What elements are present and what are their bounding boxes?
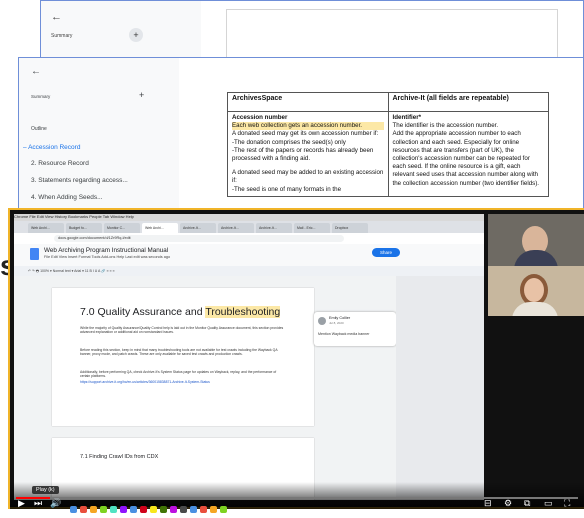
mac-dock bbox=[70, 500, 470, 513]
docs-toolbar[interactable]: ↶ ↷ 🖶 100% ▾ Normal text ▾ Arial ▾ 11 B … bbox=[14, 266, 484, 276]
table-header-archivesspace: ArchivesSpace bbox=[227, 92, 389, 112]
browser-tab-active[interactable]: Web Archi... bbox=[142, 223, 178, 233]
cell-title: Identifier* bbox=[392, 114, 422, 121]
add-summary-button[interactable]: + bbox=[139, 90, 144, 100]
doc-page: 7.0 Quality Assurance and Troubleshootin… bbox=[52, 288, 314, 426]
heading-highlight: Troubleshooting bbox=[205, 306, 281, 318]
outline-item-adding-seeds[interactable]: 4. When Adding Seeds... bbox=[31, 194, 103, 201]
settings-gear-icon[interactable]: ⚙ bbox=[504, 498, 512, 509]
archives-doc-window: ← Summary + Outline – Accession Record 2… bbox=[18, 57, 584, 217]
dock-icon[interactable] bbox=[140, 506, 147, 513]
cell-line: -The donation comprises the seed(s) only bbox=[232, 138, 346, 146]
video-player[interactable]: Chrome File Edit View History Bookmarks … bbox=[8, 208, 584, 513]
dock-icon[interactable] bbox=[150, 506, 157, 513]
outline-item-statements[interactable]: 3. Statements regarding access... bbox=[31, 177, 128, 184]
docs-header: Web Archiving Program Instructional Manu… bbox=[14, 244, 484, 266]
dock-icon[interactable] bbox=[130, 506, 137, 513]
browser-tab-bar: Web Archi... Budget fo... Monitor C... W… bbox=[14, 221, 484, 233]
dock-icon[interactable] bbox=[200, 506, 207, 513]
docs-logo-icon bbox=[30, 248, 39, 260]
dock-icon[interactable] bbox=[220, 506, 227, 513]
add-summary-button[interactable]: + bbox=[129, 28, 143, 42]
browser-tab[interactable]: Mail - Eric... bbox=[294, 223, 330, 233]
participant-video bbox=[488, 214, 584, 266]
comparison-table: ArchivesSpace Archive-It (all fields are… bbox=[227, 92, 549, 197]
cell-line: Add the appropriate accession number to … bbox=[392, 130, 540, 187]
cell-line: A donated seed may get its own accession… bbox=[232, 130, 379, 138]
paragraph: Additionally, before performing QA, chec… bbox=[80, 370, 277, 379]
miniplayer-icon[interactable]: ⧉ bbox=[524, 498, 530, 509]
play-icon[interactable]: ▶ bbox=[18, 498, 25, 509]
dock-icon[interactable] bbox=[180, 506, 187, 513]
background-doc-window: ← Summary + bbox=[40, 0, 584, 60]
comment-author: Emily Collier bbox=[329, 316, 351, 320]
section-heading: 7.1 Finding Crawl IDs from CDX bbox=[80, 454, 159, 460]
browser-tab[interactable]: Budget fo... bbox=[66, 223, 102, 233]
back-arrow-icon[interactable]: ← bbox=[51, 11, 62, 23]
status-page-link[interactable]: https://support.archive-it.org/hc/en-us/… bbox=[80, 380, 285, 384]
participant-body bbox=[514, 250, 558, 266]
dock-icon[interactable] bbox=[120, 506, 127, 513]
theater-mode-icon[interactable]: ▭ bbox=[544, 498, 553, 509]
doc-outline-panel: ← Summary + bbox=[41, 1, 201, 59]
browser-tab[interactable]: Archive-It... bbox=[218, 223, 254, 233]
dock-icon[interactable] bbox=[170, 506, 177, 513]
progress-bar[interactable] bbox=[16, 497, 578, 499]
outline-item-label: Accession Record bbox=[28, 144, 81, 151]
participant-video bbox=[488, 266, 584, 316]
cell-title: Accession number bbox=[232, 114, 288, 121]
volume-icon[interactable]: 🔊 bbox=[50, 498, 61, 509]
shared-screen: Chrome File Edit View History Bookmarks … bbox=[14, 214, 484, 500]
doc-outline-panel: ← Summary + Outline – Accession Record 2… bbox=[19, 58, 179, 216]
paragraph: While the majority of Quality Assurance/… bbox=[80, 326, 284, 335]
dock-icon[interactable] bbox=[190, 506, 197, 513]
share-button[interactable]: Share bbox=[372, 248, 400, 257]
mac-menu-bar: Chrome File Edit View History Bookmarks … bbox=[14, 214, 484, 221]
fullscreen-icon[interactable]: ⛶ bbox=[564, 498, 570, 509]
dock-icon[interactable] bbox=[110, 506, 117, 513]
participant-body bbox=[512, 302, 558, 316]
cell-line: Each web collection gets an accession nu… bbox=[232, 122, 384, 131]
table-cell-archivesspace: Accession number Each web collection get… bbox=[227, 111, 389, 197]
play-tooltip: Play (k) bbox=[32, 486, 59, 494]
table-cell-archive-it: Identifier* The identifier is the access… bbox=[387, 111, 549, 197]
docs-menu-bar[interactable]: File Edit View Insert Format Tools Add-o… bbox=[44, 255, 170, 259]
comment-text: Mention Wayback media banner bbox=[318, 332, 370, 336]
doc-page bbox=[226, 9, 558, 60]
avatar bbox=[318, 317, 326, 325]
cell-line: A donated seed may be added to an existi… bbox=[232, 169, 384, 185]
dock-icon[interactable] bbox=[100, 506, 107, 513]
cell-line: The identifier is the accession number. bbox=[392, 122, 499, 130]
browser-tab[interactable]: Dropbox bbox=[332, 223, 368, 233]
outline-label: Outline bbox=[31, 126, 47, 132]
next-icon[interactable]: ⏭ bbox=[34, 498, 42, 509]
subtitles-icon[interactable]: ⊟ bbox=[484, 498, 492, 509]
dock-icon[interactable] bbox=[90, 506, 97, 513]
doc-title[interactable]: Web Archiving Program Instructional Manu… bbox=[44, 247, 168, 254]
cell-line: -The rest of the papers or records has a… bbox=[232, 146, 374, 163]
table-header-archive-it: Archive-It (all fields are repeatable) bbox=[387, 92, 549, 112]
desktop-background bbox=[396, 276, 484, 500]
heading-text: 7.0 Quality Assurance and bbox=[80, 306, 206, 318]
dock-icon[interactable] bbox=[80, 506, 87, 513]
section-heading: 7.0 Quality Assurance and Troubleshootin… bbox=[80, 306, 281, 318]
summary-label: Summary bbox=[51, 33, 73, 39]
dock-icon[interactable] bbox=[210, 506, 217, 513]
browser-tab[interactable]: Web Archi... bbox=[28, 223, 64, 233]
outline-item-accession-record[interactable]: – Accession Record bbox=[23, 144, 80, 151]
comment-date: Jul 8, 2020 bbox=[329, 321, 344, 325]
browser-tab[interactable]: Archive-It... bbox=[180, 223, 216, 233]
outline-item-resource-record[interactable]: 2. Resource Record bbox=[31, 160, 89, 167]
cell-line: -The seed is one of many formats in the bbox=[232, 185, 342, 193]
browser-tab[interactable]: Archive-It... bbox=[256, 223, 292, 233]
back-arrow-icon[interactable]: ← bbox=[31, 66, 41, 77]
browser-tab[interactable]: Monitor C... bbox=[104, 223, 140, 233]
summary-label: Summary bbox=[31, 94, 51, 99]
url-field[interactable]: docs.google.com/document/d/1Zr9Rq-l/edit bbox=[54, 235, 344, 242]
dock-icon[interactable] bbox=[70, 506, 77, 513]
doc-comment[interactable]: Emily Collier Jul 8, 2020 Mention Waybac… bbox=[314, 312, 396, 346]
participant-face bbox=[524, 278, 544, 302]
dock-icon[interactable] bbox=[160, 506, 167, 513]
paragraph: Before reading this section, keep in min… bbox=[80, 348, 278, 357]
